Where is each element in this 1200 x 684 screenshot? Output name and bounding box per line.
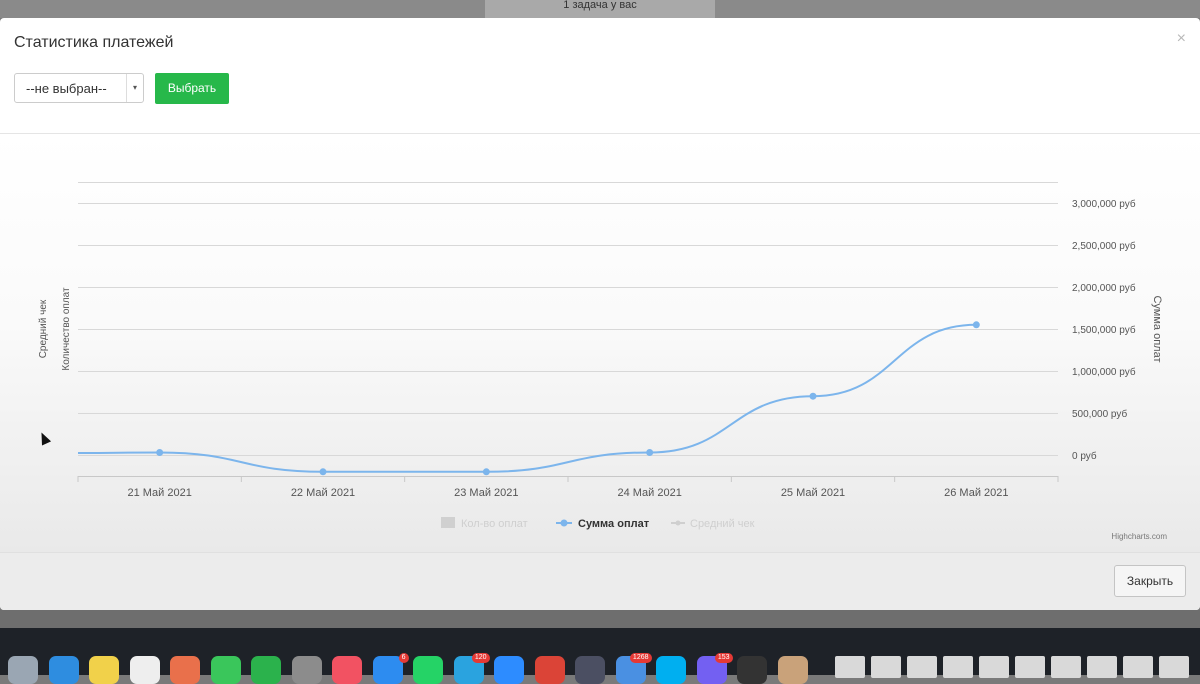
y-tick-label: 2,500,000 руб — [1072, 240, 1136, 252]
x-tick-label: 24 Май 2021 — [617, 487, 681, 499]
dock-badge: 1268 — [629, 653, 652, 663]
data-point — [646, 448, 654, 456]
data-point — [319, 468, 327, 476]
photos-icon[interactable] — [170, 656, 200, 684]
close-button[interactable]: Закрыть — [1114, 565, 1186, 597]
viber-icon[interactable]: 153 — [696, 653, 733, 684]
y-tick-label: 0 руб — [1072, 450, 1097, 462]
y-tick-label: 500,000 руб — [1072, 408, 1127, 420]
x-tick-label: 22 Май 2021 — [291, 487, 355, 499]
legend-symbol-summa — [560, 519, 568, 527]
numbers-icon[interactable] — [251, 656, 281, 684]
y-tick-label: 2,000,000 руб — [1072, 282, 1136, 294]
mail-icon[interactable]: 1268 — [615, 653, 652, 684]
zoom-icon[interactable] — [494, 656, 524, 684]
x-tick-label: 23 Май 2021 — [454, 487, 518, 499]
period-select[interactable]: --не выбран-- ▾ — [14, 73, 144, 103]
chart-credits: Highcharts.com — [1111, 532, 1167, 541]
modal-title: Статистика платежей — [14, 34, 174, 51]
legend-item-avg: Средний чек — [690, 518, 755, 530]
choose-button[interactable]: Выбрать — [155, 73, 229, 104]
backdrop-notification: 1 задача у вас — [485, 0, 715, 18]
x-tick-label: 26 Май 2021 — [944, 487, 1008, 499]
data-point — [972, 321, 980, 329]
data-point — [482, 468, 490, 476]
chevron-down-icon[interactable]: ▾ — [126, 74, 143, 102]
y-tick-label: 1,500,000 руб — [1072, 324, 1136, 336]
backdrop-bottom — [0, 610, 1200, 628]
legend-symbol-count — [441, 517, 455, 528]
telegram-icon[interactable]: 120 — [453, 653, 490, 684]
y-tick-label: 3,000,000 руб — [1072, 198, 1136, 210]
dock-badge: 153 — [714, 653, 733, 663]
notes-icon[interactable] — [89, 656, 119, 684]
appstore-icon[interactable]: 6 — [372, 653, 409, 684]
close-icon[interactable]: × — [1177, 30, 1186, 48]
y-axis-title-left-1: Средний чек — [38, 299, 49, 358]
launchpad-icon[interactable] — [8, 656, 38, 684]
backdrop-note-text: 1 задача у вас — [563, 0, 637, 11]
preview-icon[interactable] — [777, 656, 808, 684]
data-point — [809, 392, 817, 400]
y-axis-title-right: Сумма оплат — [1151, 295, 1163, 362]
modal-body: 3,000,000 руб 2,500,000 руб 2,000,000 руб 1… — [0, 134, 1200, 552]
payments-chart: 3,000,000 руб 2,500,000 руб 2,000,000 руб 1… — [38, 182, 1167, 541]
legend-item-summa: Сумма оплат — [578, 518, 650, 530]
whatsapp-icon[interactable] — [413, 656, 443, 684]
skype-icon[interactable] — [656, 656, 686, 684]
dock-badge: 6 — [398, 653, 409, 663]
macos-dock: 6 120 1268 153 — [0, 628, 1200, 684]
y-tick-label: 1,000,000 руб — [1072, 366, 1136, 378]
payment-stats-modal: Статистика платежей × --не выбран-- ▾ Вы… — [0, 18, 1200, 610]
facetime-icon[interactable] — [210, 656, 241, 684]
settings-icon[interactable] — [291, 656, 322, 684]
modal-footer: Закрыть — [0, 552, 1200, 610]
x-tick-label: 25 Май 2021 — [781, 487, 845, 499]
music-icon[interactable] — [332, 656, 362, 684]
x-tick-label: 21 Май 2021 — [127, 487, 191, 499]
chrome-icon[interactable] — [534, 656, 565, 684]
reminders-icon[interactable] — [129, 656, 160, 684]
y-axis-title-left-2: Количество оплат — [61, 287, 72, 371]
legend-symbol-avg — [675, 520, 681, 526]
period-select-value: --не выбран-- — [26, 81, 107, 96]
teams-icon[interactable] — [575, 656, 605, 684]
series-line-summa — [77, 323, 977, 473]
data-point — [156, 448, 164, 456]
legend-item-count: Кол-во оплат — [461, 518, 528, 530]
dock-badge: 120 — [471, 653, 490, 663]
safari-icon[interactable] — [48, 656, 79, 684]
modal-header: Статистика платежей × --не выбран-- ▾ Вы… — [0, 18, 1200, 134]
terminal-icon[interactable] — [737, 656, 767, 684]
